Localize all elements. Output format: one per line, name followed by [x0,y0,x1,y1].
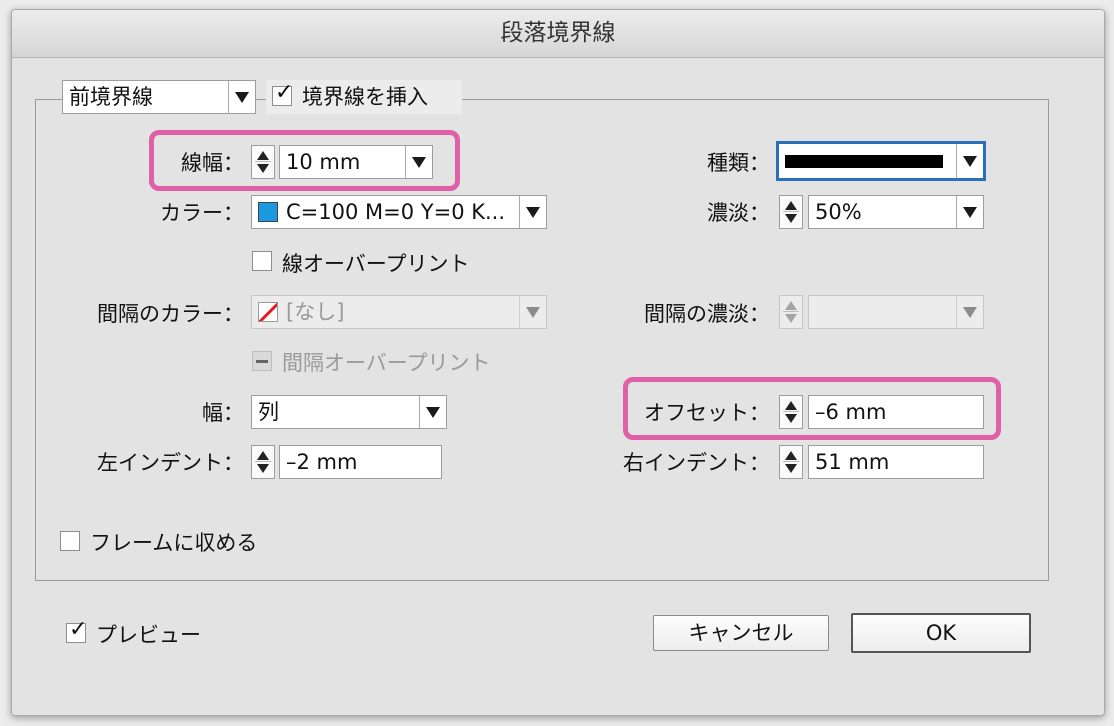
arrow-down-icon [785,314,797,323]
offset-label: オフセット： [644,401,770,425]
overprint-stroke-checkbox[interactable] [252,251,272,271]
weight-label: 線幅： [181,151,244,175]
chevron-down-icon [405,146,432,178]
width-label: 幅： [202,401,244,425]
width-value: 列 [258,400,279,424]
arrow-down-icon [785,464,797,473]
overprint-gap-checkbox[interactable] [252,351,272,371]
preview-checkbox[interactable]: ✓ [66,618,87,643]
arrow-up-icon [785,451,797,460]
arrow-up-icon [785,301,797,310]
keep-in-frame-label: フレームに収める [90,531,258,555]
right-indent-stepper[interactable] [779,445,803,479]
tint-dropdown[interactable]: 50% [808,195,984,229]
none-swatch-icon [258,302,278,322]
right-indent-label: 右インデント： [623,451,770,475]
color-label: カラー： [160,201,244,225]
overprint-gap-label: 間隔オーバープリント [282,351,491,375]
gap-tint-label: 間隔の濃淡： [644,302,770,326]
gap-color-dropdown[interactable]: [なし] [251,295,547,329]
arrow-up-icon [257,151,269,160]
left-indent-input[interactable]: –2 mm [279,445,442,479]
keep-in-frame-checkbox[interactable] [60,531,80,551]
chevron-down-icon [228,81,255,113]
gap-tint-dropdown[interactable] [808,295,984,329]
offset-input[interactable]: –6 mm [808,395,984,429]
left-indent-stepper[interactable] [251,445,275,479]
chevron-down-icon [419,396,446,428]
chevron-down-icon [956,196,983,228]
weight-value: 10 mm [286,150,361,174]
left-indent-label: 左インデント： [97,451,244,475]
tint-label: 濃淡： [707,201,770,225]
rule-on-container: ✓ 境界線を挿入 [266,80,462,114]
arrow-down-icon [785,414,797,423]
color-value: C=100 M=0 Y=0 K... [286,200,506,224]
offset-stepper[interactable] [779,395,803,429]
rule-on-checkbox[interactable]: ✓ [272,81,293,106]
rule-on-label: 境界線を挿入 [302,85,428,109]
ok-button[interactable]: OK [851,613,1031,653]
gap-tint-stepper[interactable] [779,295,803,329]
gap-color-value: [なし] [286,300,345,324]
preview-label: プレビュー [96,623,201,647]
arrow-down-icon [257,164,269,173]
arrow-up-icon [785,401,797,410]
overprint-stroke-label: 線オーバープリント [282,252,470,276]
color-dropdown[interactable]: C=100 M=0 Y=0 K... [251,195,547,229]
color-swatch-icon [258,202,278,222]
chevron-down-icon [519,296,546,328]
cancel-button[interactable]: キャンセル [653,615,829,651]
gap-color-label: 間隔のカラー： [97,302,244,326]
type-dropdown[interactable] [776,141,986,181]
rule-position-value: 前境界線 [69,85,153,109]
arrow-down-icon [785,214,797,223]
type-label: 種類： [707,151,770,175]
weight-dropdown[interactable]: 10 mm [279,145,433,179]
chevron-down-icon [519,196,546,228]
rule-position-dropdown[interactable]: 前境界線 [62,80,256,114]
chevron-down-icon [956,144,983,178]
tint-value: 50% [815,200,862,224]
arrow-down-icon [257,464,269,473]
width-dropdown[interactable]: 列 [251,395,447,429]
arrow-up-icon [785,201,797,210]
solid-line-swatch [785,155,943,168]
tint-stepper[interactable] [779,195,803,229]
arrow-up-icon [257,451,269,460]
chevron-down-icon [956,296,983,328]
dialog-title: 段落境界線 [12,10,1104,58]
right-indent-input[interactable]: 51 mm [808,445,984,479]
weight-stepper[interactable] [251,145,275,179]
